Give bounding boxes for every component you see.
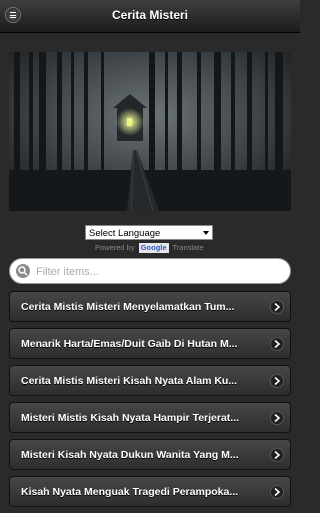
language-select-value: Select Language (89, 228, 161, 239)
list-item[interactable]: Cerita Mistis Misteri Menyelamatkan Tum.… (9, 291, 291, 322)
google-logo[interactable]: Google (138, 243, 169, 253)
list-item[interactable]: Cerita Mistis Misteri Kisah Nyata Alam K… (9, 365, 291, 396)
list-item-label: Cerita Mistis Misteri Kisah Nyata Alam K… (21, 375, 238, 387)
powered-by-text: Powered by (95, 243, 135, 252)
chevron-right-icon (270, 374, 284, 388)
list-item[interactable]: Misteri Mistis Kisah Nyata Hampir Terjer… (9, 402, 291, 433)
search-icon (16, 264, 30, 278)
filter-search (9, 258, 291, 284)
powered-by-google-translate: Powered by Google Translate (95, 243, 225, 253)
list-item[interactable]: Menarik Harta/Emas/Duit Gaib Di Hutan M.… (9, 328, 291, 359)
list-item-label: Menarik Harta/Emas/Duit Gaib Di Hutan M.… (21, 338, 238, 350)
chevron-right-icon (270, 411, 284, 425)
list-item-label: Misteri Kisah Nyata Dukun Wanita Yang M.… (21, 449, 239, 461)
list-item[interactable]: Misteri Kisah Nyata Dukun Wanita Yang M.… (9, 439, 291, 470)
story-list: Cerita Mistis Misteri Menyelamatkan Tum.… (9, 291, 291, 513)
chevron-right-icon (270, 300, 284, 314)
list-item-label: Cerita Mistis Misteri Menyelamatkan Tum.… (21, 301, 235, 313)
filter-input[interactable] (34, 263, 288, 281)
chevron-right-icon (270, 337, 284, 351)
header-bar: Cerita Misteri (0, 0, 300, 33)
chevron-down-icon (203, 231, 209, 235)
translate-text: Translate (172, 243, 204, 252)
page-title: Cerita Misteri (111, 8, 189, 22)
hero-image-forest (9, 52, 291, 211)
chevron-right-icon (270, 448, 284, 462)
list-item-label: Kisah Nyata Menguak Tragedi Perampoka... (21, 486, 239, 498)
chevron-right-icon (270, 485, 284, 499)
language-select[interactable]: Select Language (85, 225, 213, 240)
list-item[interactable]: Kisah Nyata Menguak Tragedi Perampoka... (9, 476, 291, 507)
list-item-label: Misteri Mistis Kisah Nyata Hampir Terjer… (21, 412, 240, 424)
